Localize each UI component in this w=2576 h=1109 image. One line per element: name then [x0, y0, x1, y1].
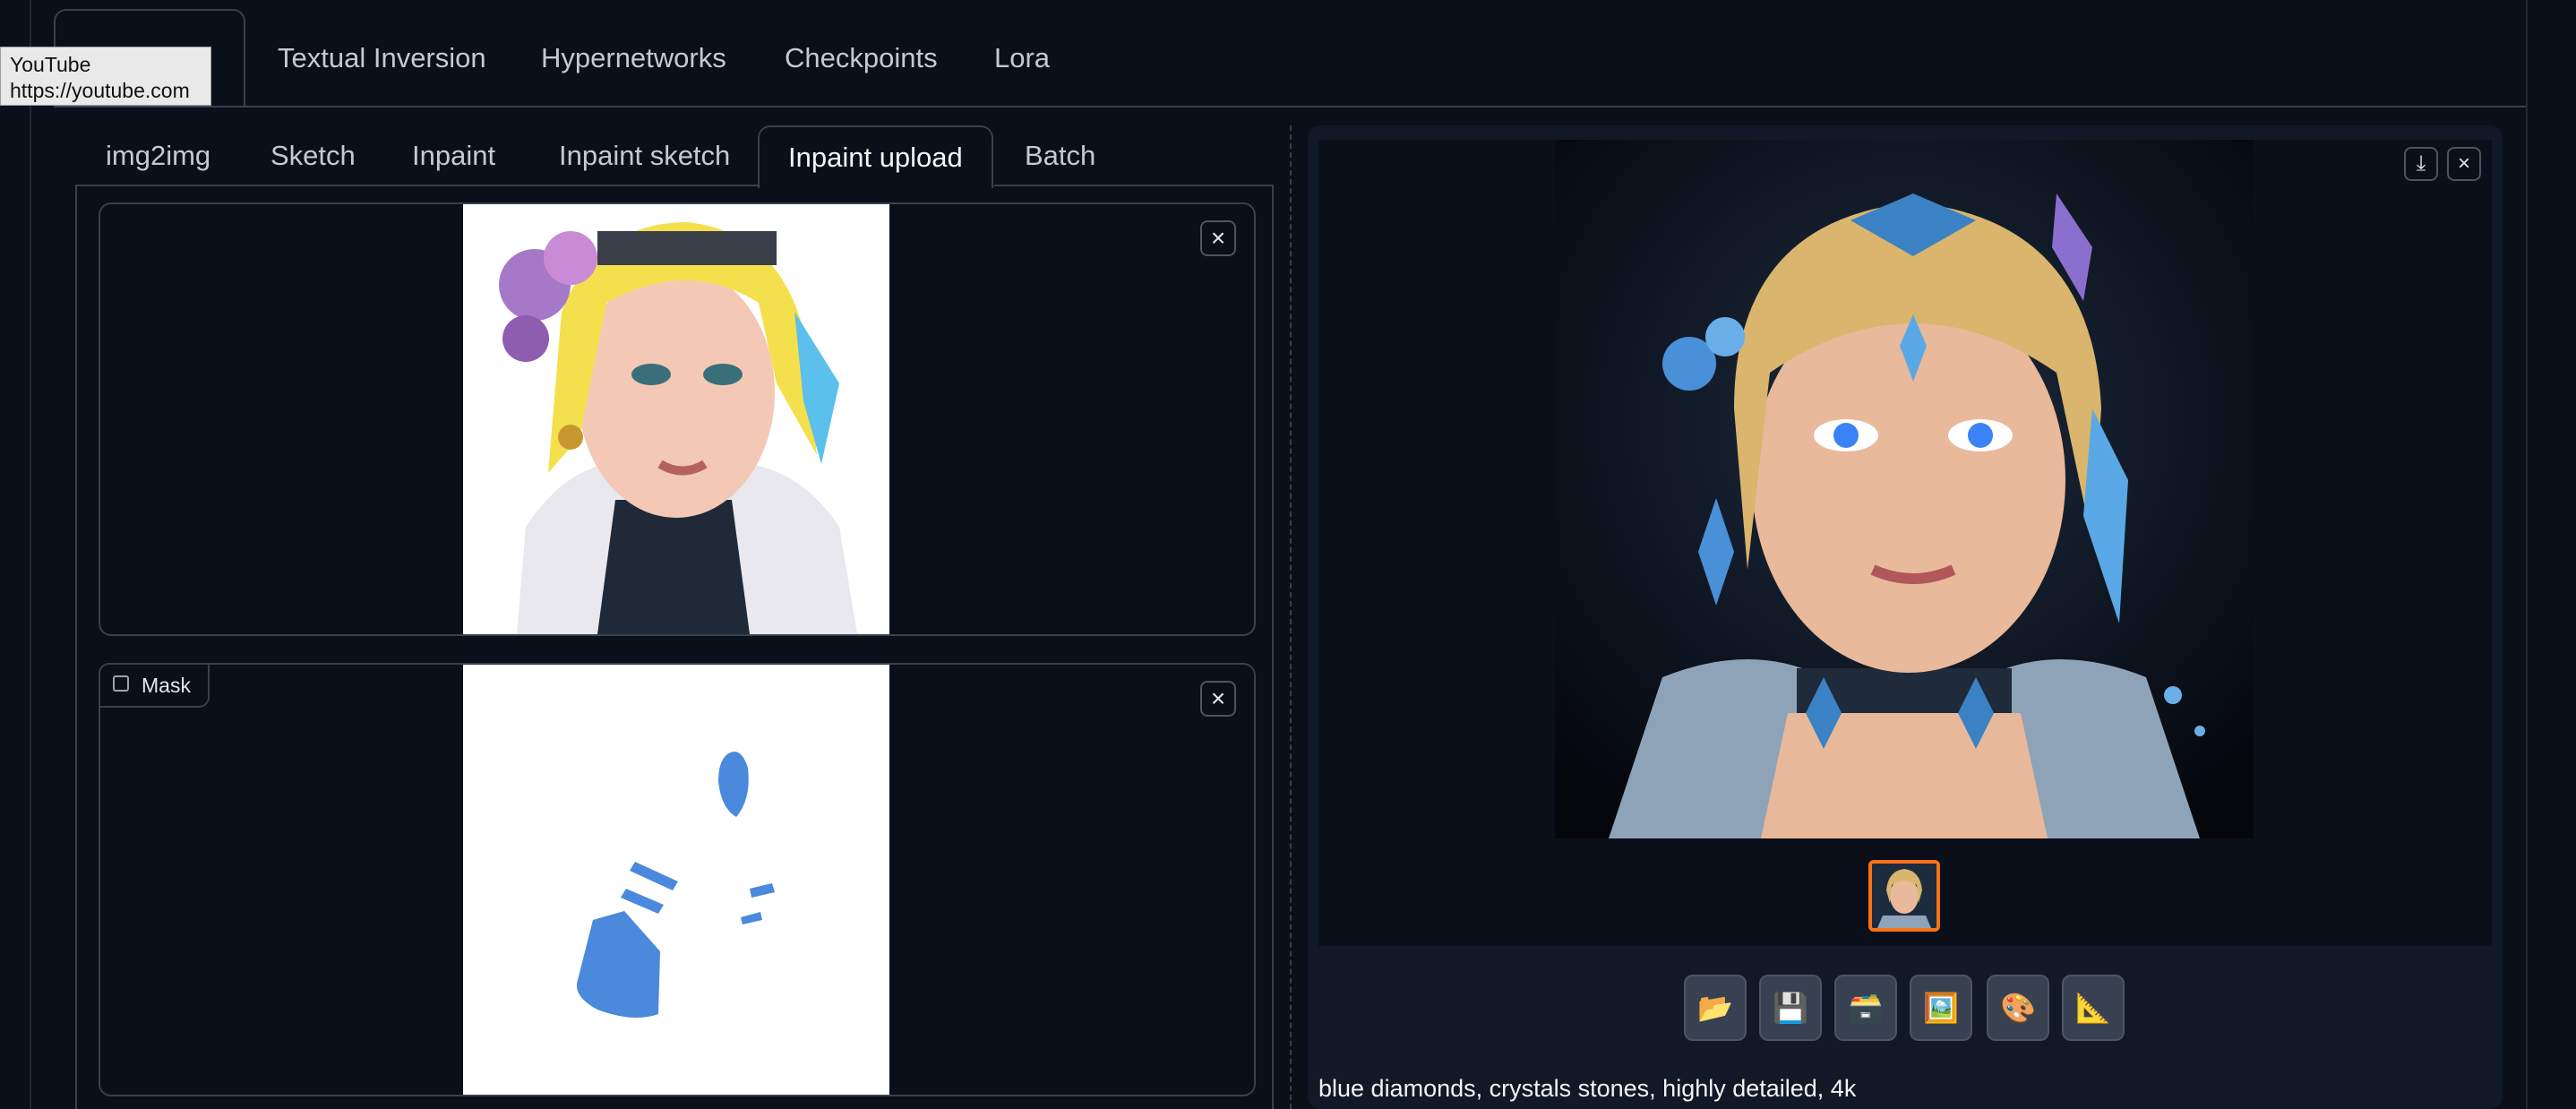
result-portrait: [1555, 140, 2254, 838]
folder-icon[interactable]: 📂: [1684, 975, 1747, 1041]
subtab-divider-right: [994, 185, 1272, 186]
mask-label: Mask: [99, 663, 210, 708]
subtab-divider: [75, 185, 758, 186]
subtab-img2img[interactable]: img2img: [77, 125, 239, 186]
subtab-inpaint-sketch[interactable]: Inpaint sketch: [530, 125, 759, 186]
close-icon[interactable]: ×: [2447, 147, 2481, 181]
tab-hypernetworks[interactable]: Hypernetworks: [514, 9, 753, 107]
mask-image-box[interactable]: ×: [99, 663, 1256, 1096]
subtab-inpaint-upload[interactable]: Inpaint upload: [758, 125, 993, 188]
archive-icon[interactable]: 🗃️: [1834, 975, 1897, 1041]
mask-label-text: Mask: [142, 674, 191, 697]
tab-lora[interactable]: Lora: [967, 9, 1077, 107]
subtab-batch[interactable]: Batch: [996, 125, 1124, 186]
page-border-left: [30, 0, 31, 1109]
subtab-sketch[interactable]: Sketch: [242, 125, 384, 186]
panel-frame-left: [75, 185, 77, 1109]
download-icon[interactable]: ⤓: [2404, 147, 2438, 181]
extras-icon[interactable]: 📐: [2062, 975, 2125, 1041]
result-image[interactable]: [1555, 140, 2254, 838]
tab-checkpoints[interactable]: Checkpoints: [758, 9, 965, 107]
save-icon[interactable]: 💾: [1759, 975, 1822, 1041]
source-portrait-image: [463, 204, 889, 634]
image-icon: [113, 675, 129, 692]
palette-icon[interactable]: 🎨: [1987, 975, 2049, 1041]
mask-image: [463, 665, 889, 1095]
tab-divider: [54, 106, 2526, 107]
thumbnail-image: [1872, 864, 1936, 928]
generation-caption: blue diamonds, crystals stones, highly d…: [1318, 1075, 1857, 1102]
column-separator: [1290, 125, 1292, 1109]
link-tooltip: YouTube https://youtube.com: [0, 47, 211, 106]
tooltip-url: https://youtube.com: [10, 79, 190, 102]
subtab-inpaint[interactable]: Inpaint: [383, 125, 524, 186]
tooltip-title: YouTube: [10, 53, 91, 76]
close-icon[interactable]: ×: [1200, 681, 1236, 717]
source-image-box[interactable]: ×: [99, 202, 1256, 636]
send-to-img2img-icon[interactable]: 🖼️: [1910, 975, 1972, 1041]
close-icon[interactable]: ×: [1200, 220, 1236, 256]
result-thumbnail[interactable]: [1868, 860, 1940, 932]
panel-frame-right: [1272, 185, 1274, 1109]
page-border-right: [2526, 0, 2528, 1109]
tab-textual-inversion[interactable]: Textual Inversion: [251, 9, 513, 107]
